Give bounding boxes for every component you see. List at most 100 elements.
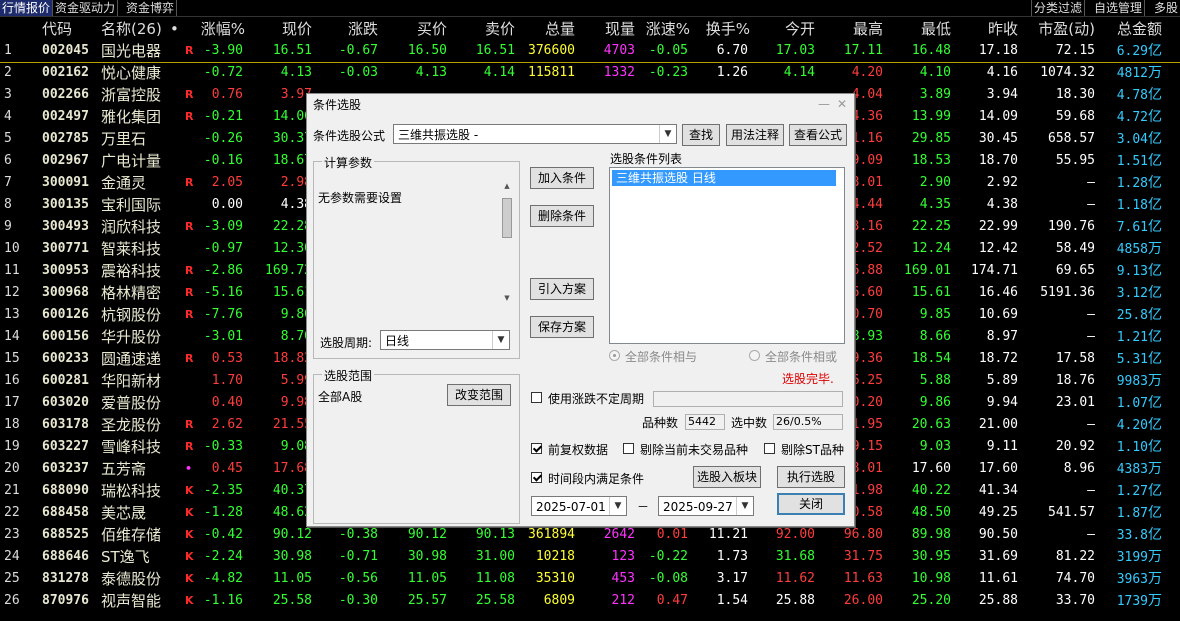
- cell-open: 31.68: [775, 549, 815, 564]
- cell-low: 12.24: [911, 241, 951, 256]
- cell-code: 300771: [42, 241, 89, 256]
- table-row[interactable]: 1 002045 国光电器 R -3.90 16.51 -0.67 16.50 16.51 376…: [0, 40, 1180, 63]
- cell-low: 3.89: [919, 87, 951, 102]
- count-label: 品种数: [642, 416, 679, 430]
- table-row[interactable]: 25 831278 泰德股份 K -4.82 11.05 -0.56 11.05 11.08 35…: [0, 568, 1180, 590]
- delete-condition-button[interactable]: 删除条件: [530, 205, 594, 227]
- exclude-untraded-checkbox[interactable]: [623, 443, 634, 454]
- col-high[interactable]: 最高: [823, 18, 883, 40]
- minimize-icon[interactable]: —: [817, 97, 831, 111]
- to-block-button[interactable]: 选股入板块: [693, 466, 761, 488]
- cell-amount: 9.13亿: [1080, 260, 1162, 282]
- table-row[interactable]: 23 688525 佰维存储 K -0.42 90.12 -0.38 90.12 90.13 36…: [0, 524, 1180, 546]
- cell-low: 169.01: [904, 263, 951, 278]
- hit-value: 26/0.5%: [773, 414, 843, 430]
- col-pe[interactable]: 市盈(动): [1015, 18, 1095, 40]
- tab-fund-game[interactable]: 资金博弈: [124, 0, 178, 16]
- cell-cur: 212: [611, 593, 635, 608]
- run-select-button[interactable]: 执行选股: [777, 466, 845, 488]
- col-name[interactable]: 名称(26): [101, 18, 162, 40]
- col-amount[interactable]: 总金额: [1100, 18, 1162, 40]
- col-price[interactable]: 现价: [252, 18, 312, 40]
- scroll-thumb[interactable]: [502, 198, 512, 238]
- date-to-picker[interactable]: 2025-09-27 ▼: [658, 496, 754, 516]
- cell-prev: 17.18: [978, 43, 1018, 58]
- scroll-down-icon[interactable]: ▼: [502, 294, 512, 304]
- add-condition-button[interactable]: 加入条件: [530, 167, 594, 189]
- cell-ask: 11.08: [475, 571, 515, 586]
- cell-prev: 3.94: [986, 87, 1018, 102]
- cell-idx: 22: [4, 505, 20, 520]
- exclude-st-checkbox[interactable]: [764, 443, 775, 454]
- chevron-down-icon[interactable]: ▼: [659, 125, 676, 143]
- formula-combo[interactable]: 三维共振选股 - ▼: [393, 124, 677, 144]
- cell-chg-pct: -3.90: [203, 43, 243, 58]
- change-range-button[interactable]: 改变范围: [447, 384, 511, 406]
- dialog-titlebar[interactable]: 条件选股 — ✕: [307, 94, 854, 116]
- tab-category-filter[interactable]: 分类过滤: [1031, 0, 1086, 16]
- close-icon[interactable]: ✕: [835, 97, 849, 111]
- cell-price: 5.99: [280, 373, 312, 388]
- col-prev-close[interactable]: 昨收: [958, 18, 1018, 40]
- col-speed[interactable]: 涨速%: [630, 18, 690, 40]
- params-scrollbar[interactable]: ▲ ▼: [500, 182, 515, 306]
- cell-price: 2.98: [280, 175, 312, 190]
- cell-amount: 4.78亿: [1080, 84, 1162, 106]
- col-bid[interactable]: 买价: [387, 18, 447, 40]
- cell-high: 31.75: [843, 549, 883, 564]
- find-button[interactable]: 查找: [682, 124, 720, 146]
- uncertain-period-checkbox[interactable]: [531, 392, 542, 403]
- chevron-down-icon[interactable]: ▼: [492, 331, 509, 349]
- cell-price: 40.37: [272, 483, 312, 498]
- col-volume[interactable]: 总量: [515, 18, 575, 40]
- table-row[interactable]: 26 870976 视声智能 K -1.16 25.58 -0.30 25.57 25.58 68…: [0, 590, 1180, 612]
- time-range-checkbox[interactable]: [531, 472, 542, 483]
- cell-price: 16.51: [272, 43, 312, 58]
- cell-code: 300091: [42, 175, 89, 190]
- cell-low: 9.03: [919, 439, 951, 454]
- cell-vol: 10218: [535, 549, 575, 564]
- radio-or[interactable]: [749, 350, 760, 361]
- cell-idx: 20: [4, 461, 20, 476]
- col-code[interactable]: 代码: [42, 18, 72, 40]
- col-cur-vol[interactable]: 现量: [575, 18, 635, 40]
- cell-idx: 25: [4, 571, 20, 586]
- cell-name: 雪峰科技: [101, 438, 162, 456]
- col-chg-pct[interactable]: 涨幅%: [185, 18, 245, 40]
- col-turnover[interactable]: 换手%: [690, 18, 750, 40]
- import-plan-button[interactable]: 引入方案: [530, 278, 594, 300]
- cell-price: 4.13: [280, 65, 312, 80]
- amount-value: 1.28: [1116, 176, 1148, 191]
- tab-watchlist[interactable]: 自选管理: [1092, 0, 1146, 16]
- chevron-down-icon[interactable]: ▼: [609, 497, 626, 515]
- date-from-picker[interactable]: 2025-07-01 ▼: [531, 496, 627, 516]
- cell-high: 4.20: [851, 65, 883, 80]
- scroll-up-icon[interactable]: ▲: [502, 182, 512, 192]
- close-button[interactable]: 关闭: [777, 493, 845, 515]
- condition-list[interactable]: 三维共振选股 日线: [609, 167, 845, 344]
- col-low[interactable]: 最低: [891, 18, 951, 40]
- tab-multi-stock[interactable]: 多股: [1152, 0, 1180, 16]
- table-row[interactable]: 24 688646 ST逸飞 K -2.24 30.98 -0.71 30.98 31.00 10…: [0, 546, 1180, 568]
- amount-unit: 亿: [1148, 175, 1162, 191]
- col-open[interactable]: 今开: [755, 18, 815, 40]
- list-item[interactable]: 三维共振选股 日线: [612, 170, 836, 186]
- tab-fund-drive[interactable]: 资金驱动力: [53, 0, 119, 16]
- cell-code: 688646: [42, 549, 89, 564]
- col-flag[interactable]: •: [170, 18, 179, 40]
- tab-quotes[interactable]: 行情报价: [0, 0, 54, 16]
- usage-notes-button[interactable]: 用法注释: [726, 124, 784, 146]
- cell-ask: 90.13: [475, 527, 515, 542]
- cell-chg-pct: 0.53: [211, 351, 243, 366]
- fq-checkbox[interactable]: [531, 443, 542, 454]
- amount-value: 3199: [1116, 550, 1148, 565]
- col-chg[interactable]: 涨跌: [318, 18, 378, 40]
- col-ask[interactable]: 卖价: [455, 18, 515, 40]
- save-plan-button[interactable]: 保存方案: [530, 316, 594, 338]
- chevron-down-icon[interactable]: ▼: [736, 497, 753, 515]
- view-formula-button[interactable]: 查看公式: [789, 124, 847, 146]
- table-row[interactable]: 2 002162 悦心健康 -0.72 4.13 -0.03 4.13 4.14 115811 1…: [0, 62, 1180, 84]
- period-combo[interactable]: 日线 ▼: [380, 330, 510, 350]
- radio-and[interactable]: [609, 350, 620, 361]
- amount-value: 4.20: [1116, 418, 1148, 433]
